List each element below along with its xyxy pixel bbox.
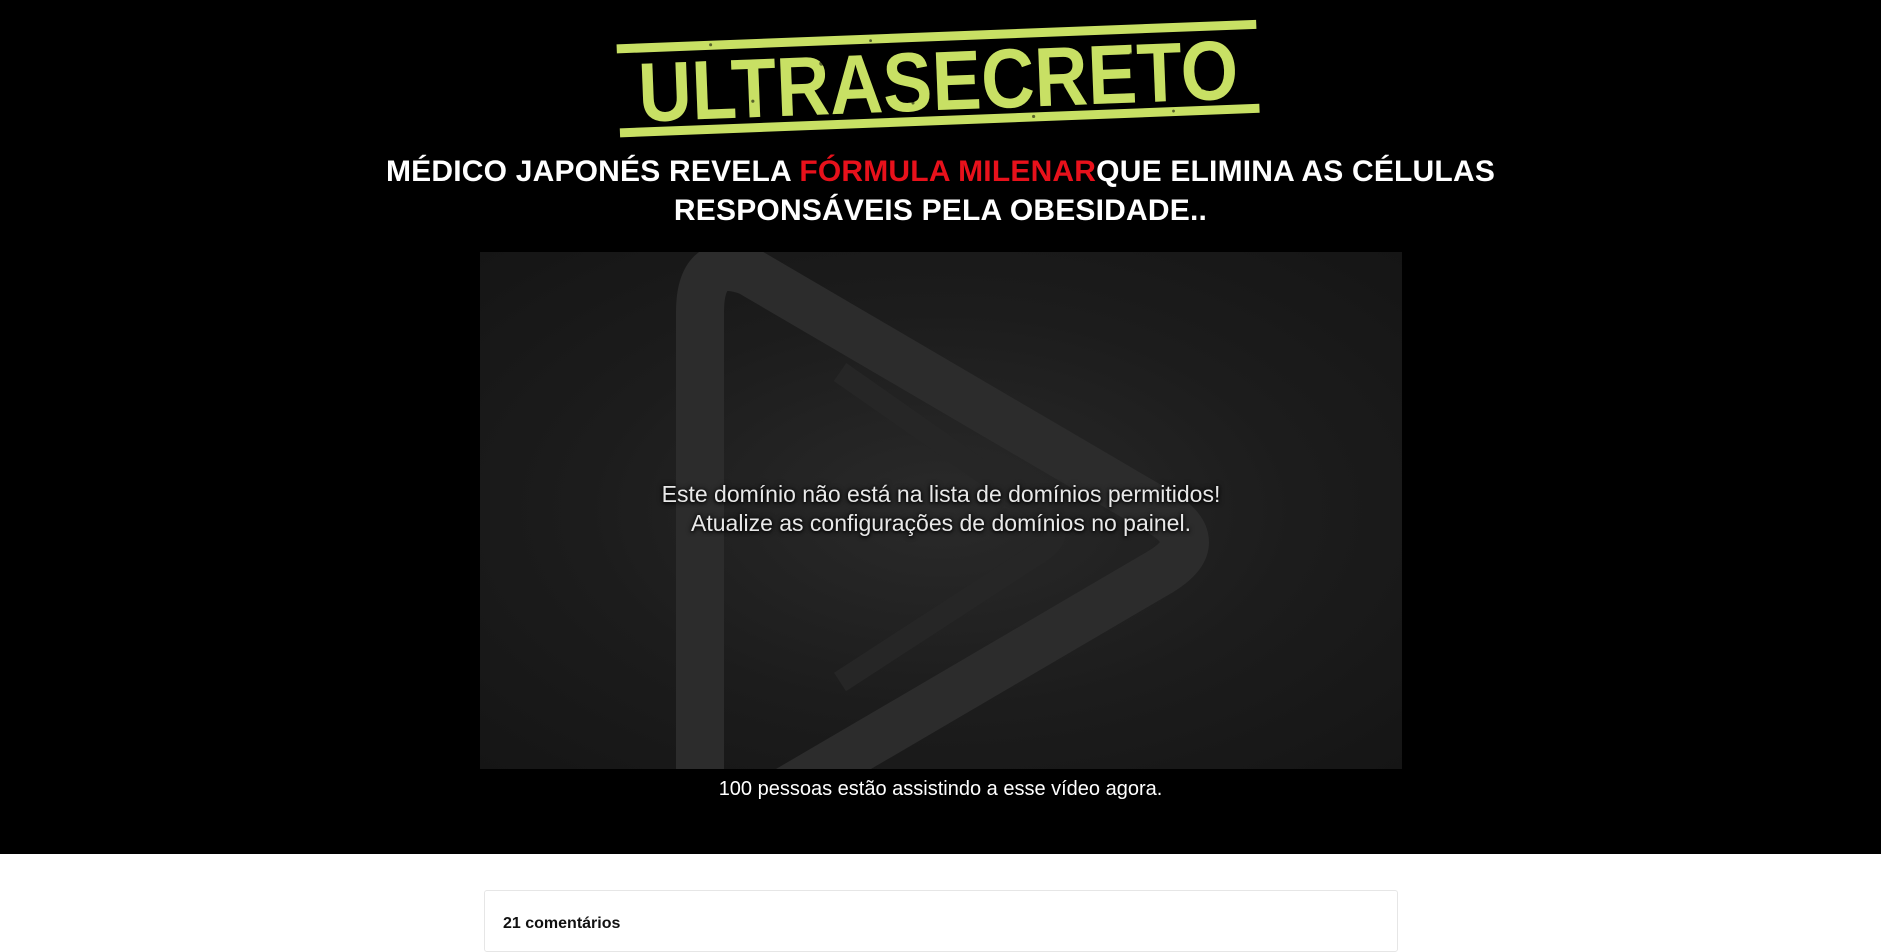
comments-count: 21 comentários (503, 915, 621, 932)
headline-part1: MÉDICO JAPONÉS REVELA (385, 155, 800, 188)
headline-part2: QUE ELIMINA AS CÉLULAS (1096, 155, 1496, 188)
hero-section: ULTRASECRETO MÉDICO JAPONÉS REVELA FÓRMU… (0, 0, 1881, 854)
video-error-line2: Atualize as configurações de domínios no… (691, 510, 1191, 536)
viewers-count-text: 100 pessoas estão assistindo a esse víde… (718, 778, 1163, 800)
ultrasecreto-logo: ULTRASECRETO (616, 19, 1260, 138)
video-error-message: Este domínio não está na lista de domíni… (480, 480, 1402, 538)
video-player[interactable]: Este domínio não está na lista de domíni… (480, 252, 1402, 769)
headline-line2: RESPONSÁVEIS PELA OBESIDADE.. (673, 194, 1208, 227)
headline-line1: MÉDICO JAPONÉS REVELA FÓRMULA MILENARQUE… (0, 152, 1881, 191)
comments-box: 21 comentários (484, 890, 1398, 952)
headline: MÉDICO JAPONÉS REVELA FÓRMULA MILENARQUE… (0, 152, 1881, 230)
headline-highlight: FÓRMULA MILENAR (799, 155, 1097, 188)
video-error-line1: Este domínio não está na lista de domíni… (661, 481, 1221, 507)
logo-text: ULTRASECRETO (637, 23, 1240, 138)
